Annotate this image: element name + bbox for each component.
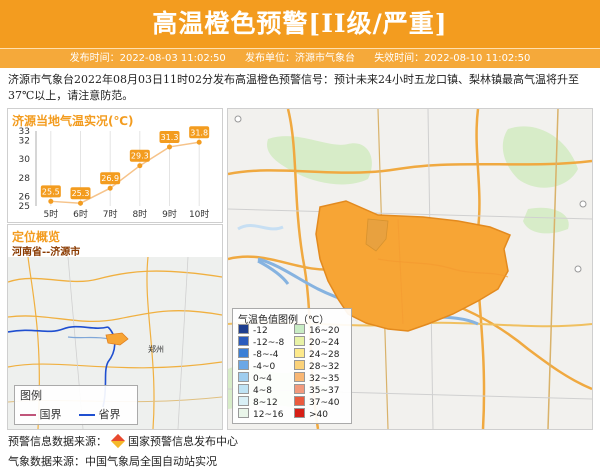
location-place-label: 郑州	[148, 344, 164, 354]
y-tick-label: 32	[19, 136, 30, 146]
color-swatch-icon	[238, 324, 249, 334]
color-swatch-icon	[238, 396, 249, 406]
temperature-legend-label: 0~4	[253, 374, 272, 384]
temperature-legend-item: -4~0	[238, 360, 284, 372]
x-tick-label: 9时	[162, 208, 177, 220]
temperature-legend-label: 16~20	[309, 326, 340, 336]
temperature-legend-left: -12 -12~-8 -8~-4 -4~0 0~4 4~8 8~12 12~16	[238, 324, 284, 420]
temperature-panel: 济源当地气温实况(℃) 33 32 30 28 26 25 25.5 5时 25.3 6时 26.9…	[7, 108, 223, 223]
y-tick-label: 25	[19, 202, 30, 212]
temperature-legend-label: 8~12	[253, 398, 278, 408]
temperature-legend-item: 0~4	[238, 372, 284, 384]
temperature-data-label: 31.8	[190, 128, 208, 137]
location-legend-title: 图例	[20, 389, 42, 402]
temperature-legend-item: -12~-8	[238, 336, 284, 348]
temperature-legend-label: -12~-8	[253, 338, 285, 348]
temperature-legend-label: 24~28	[309, 350, 340, 360]
temperature-legend-item: 24~28	[294, 348, 339, 360]
temperature-legend: 气温色值图例（℃） -12 -12~-8 -8~-4 -4~0 0~4 4~8 8~12 12…	[232, 308, 352, 424]
temperature-point	[107, 185, 113, 191]
source1-org[interactable]: 国家预警信息发布中心	[128, 435, 238, 448]
warning-map-panel[interactable]: 气温色值图例（℃） -12 -12~-8 -8~-4 -4~0 0~4 4~8 8~12 12…	[227, 108, 593, 430]
shengjie-label: 省界	[98, 408, 121, 421]
warning-description: 济源市气象台2022年08月03日11时02分发布高温橙色预警信号：预计未来24…	[8, 73, 579, 102]
footer-source-1: 预警信息数据来源： 国家预警信息发布中心	[8, 433, 238, 449]
color-swatch-icon	[294, 396, 305, 406]
temperature-point	[78, 200, 83, 206]
footer-source-2: 气象数据来源：中国气象局全国自动站实况	[8, 455, 217, 468]
color-swatch-icon	[294, 372, 305, 382]
y-tick-label: 30	[19, 155, 31, 165]
temperature-point	[196, 139, 202, 145]
publisher: 发布单位：济源市气象台	[245, 53, 355, 64]
color-swatch-icon	[238, 384, 249, 394]
location-region: 河南省--济源市	[12, 247, 81, 258]
color-swatch-icon	[294, 408, 305, 418]
temperature-legend-item: 32~35	[294, 372, 339, 384]
temperature-data-label: 25.3	[72, 189, 90, 198]
location-legend: 图例 国界 省界	[14, 385, 138, 425]
temperature-legend-item: >40	[294, 408, 339, 420]
temperature-legend-item: 4~8	[238, 384, 284, 396]
legend-item-shengjie: 省界	[79, 406, 121, 422]
color-swatch-icon	[294, 336, 305, 346]
x-tick-label: 10时	[189, 208, 209, 220]
temperature-legend-item: -8~-4	[238, 348, 284, 360]
temperature-point	[48, 198, 54, 204]
x-tick-label: 8时	[132, 208, 147, 220]
location-panel: 定位概览 河南省--济源市 郑州 图例 国界 省界	[7, 224, 223, 430]
temperature-data-label: 31.3	[161, 133, 179, 142]
temperature-legend-item: 16~20	[294, 324, 339, 336]
temperature-legend-item: 20~24	[294, 336, 339, 348]
temperature-legend-label: -8~-4	[253, 350, 279, 360]
temperature-legend-item: 28~32	[294, 360, 339, 372]
temperature-data-label: 25.5	[42, 187, 60, 196]
warning-meta: 发布时间：2022-08-03 11:02:50 发布单位：济源市气象台 失效时…	[0, 48, 600, 68]
temperature-data-label: 26.9	[101, 174, 119, 183]
temperature-data-label: 29.3	[131, 152, 149, 161]
temperature-legend-item: 12~16	[238, 408, 284, 420]
x-tick-label: 7时	[103, 208, 118, 220]
temperature-legend-item: -12	[238, 324, 284, 336]
y-tick-label: 28	[19, 174, 31, 184]
warning-title: 高温橙色预警[II级/严重]	[0, 0, 600, 48]
color-swatch-icon	[238, 408, 249, 418]
publish-time: 发布时间：2022-08-03 11:02:50	[69, 53, 226, 64]
color-swatch-icon	[238, 348, 249, 358]
temperature-legend-label: 28~32	[309, 362, 340, 372]
guojie-label: 国界	[39, 408, 62, 421]
shengjie-line-icon	[79, 414, 95, 416]
color-swatch-icon	[294, 348, 305, 358]
temperature-legend-label: 12~16	[253, 410, 284, 420]
source1-label: 预警信息数据来源：	[8, 435, 107, 448]
color-swatch-icon	[294, 360, 305, 370]
temperature-chart: 33323028262525.55时25.36时26.97时29.38时31.3…	[19, 126, 209, 220]
temperature-legend-label: 35~37	[309, 386, 340, 396]
temperature-legend-label: -4~0	[253, 362, 276, 372]
color-swatch-icon	[238, 372, 249, 382]
temperature-legend-label: -12	[253, 326, 268, 336]
color-swatch-icon	[238, 360, 249, 370]
color-swatch-icon	[294, 324, 305, 334]
x-tick-label: 5时	[43, 208, 58, 220]
temperature-point	[167, 144, 172, 150]
temperature-legend-item: 37~40	[294, 396, 339, 408]
expire-time: 失效时间：2022-08-10 11:02:50	[374, 53, 531, 64]
legend-item-guojie: 国界	[20, 406, 62, 422]
temperature-legend-item: 35~37	[294, 384, 339, 396]
temperature-legend-label: 32~35	[309, 374, 340, 384]
color-swatch-icon	[294, 384, 305, 394]
color-swatch-icon	[238, 336, 249, 346]
temperature-legend-right: 16~20 20~24 24~28 28~32 32~35 35~37 37~40 >40	[294, 324, 339, 420]
temperature-point	[137, 163, 143, 169]
temperature-legend-label: 20~24	[309, 338, 340, 348]
temperature-legend-label: 4~8	[253, 386, 272, 396]
warning-center-logo-icon	[110, 433, 125, 449]
temperature-legend-item: 8~12	[238, 396, 284, 408]
guojie-line-icon	[20, 414, 36, 416]
temperature-legend-label: 37~40	[309, 398, 340, 408]
temperature-legend-label: >40	[309, 410, 328, 420]
x-tick-label: 6时	[73, 208, 88, 220]
